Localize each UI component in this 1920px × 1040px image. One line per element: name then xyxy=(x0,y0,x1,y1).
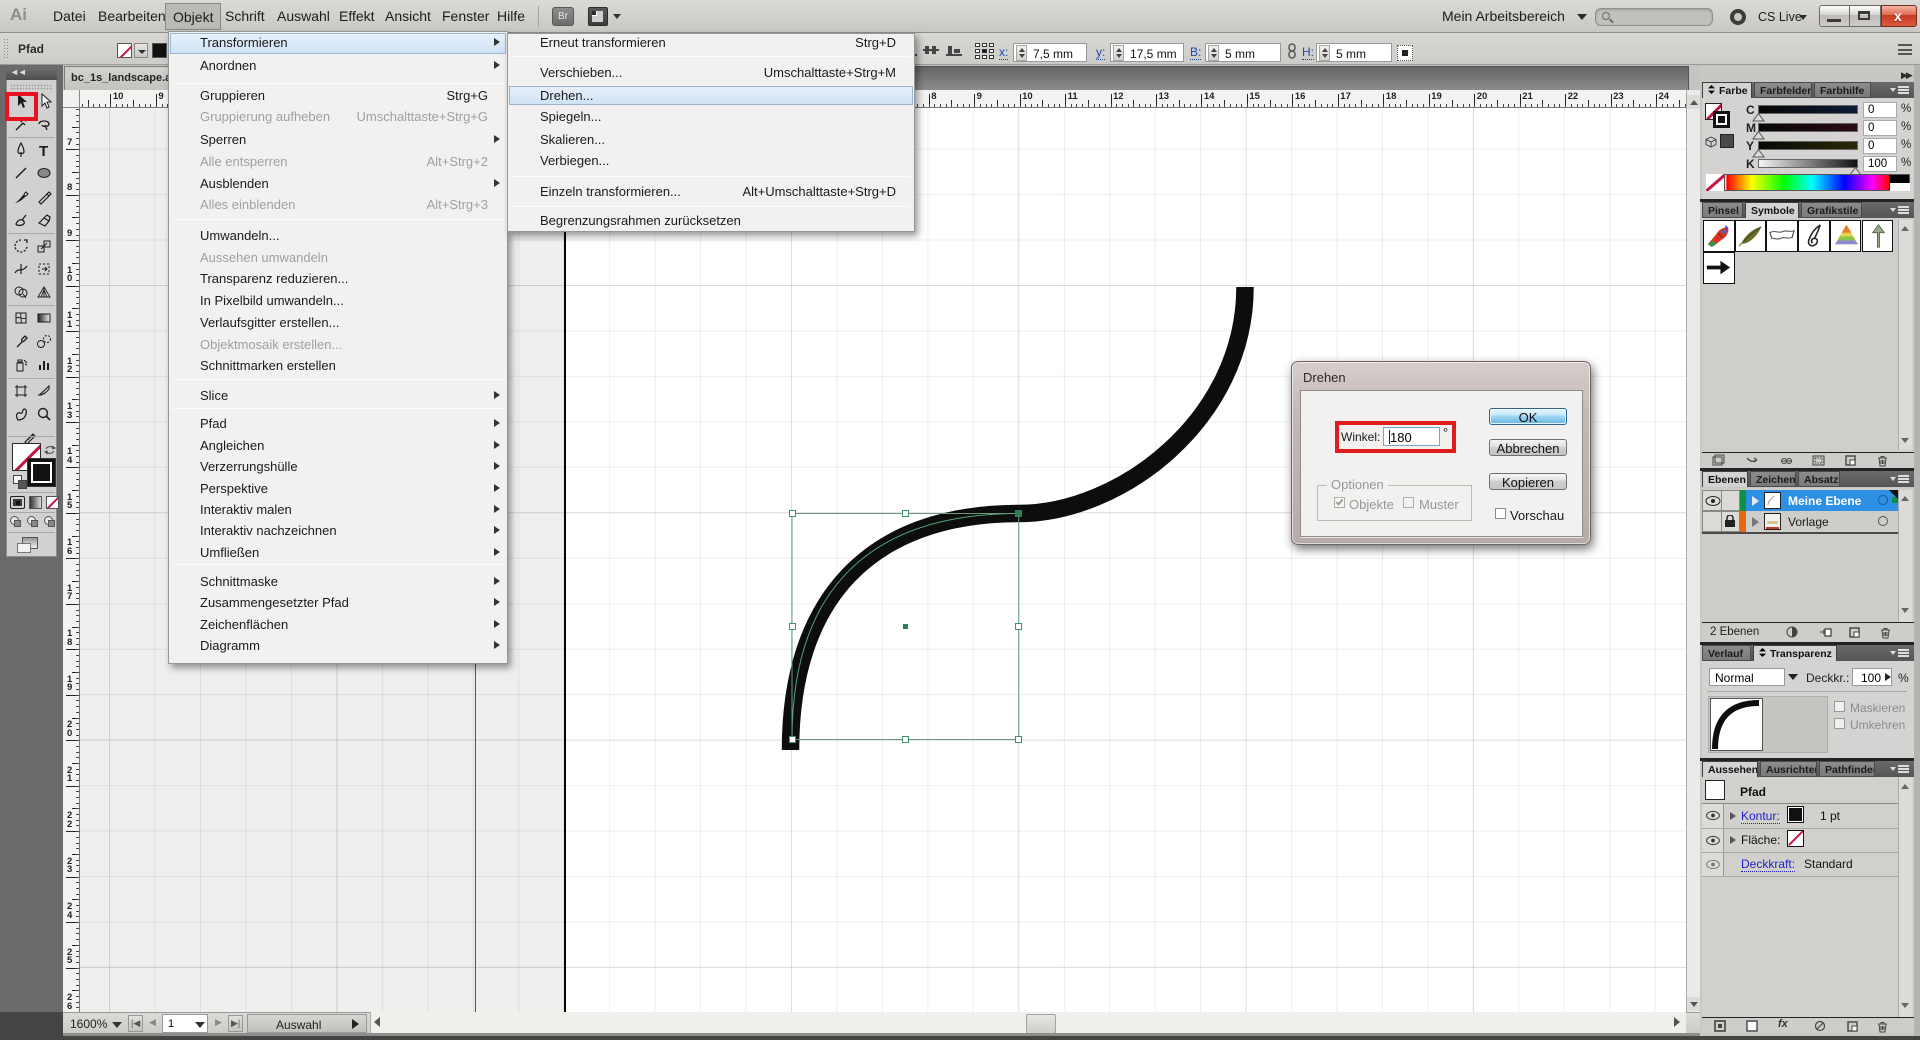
svg-text:T: T xyxy=(39,143,48,159)
